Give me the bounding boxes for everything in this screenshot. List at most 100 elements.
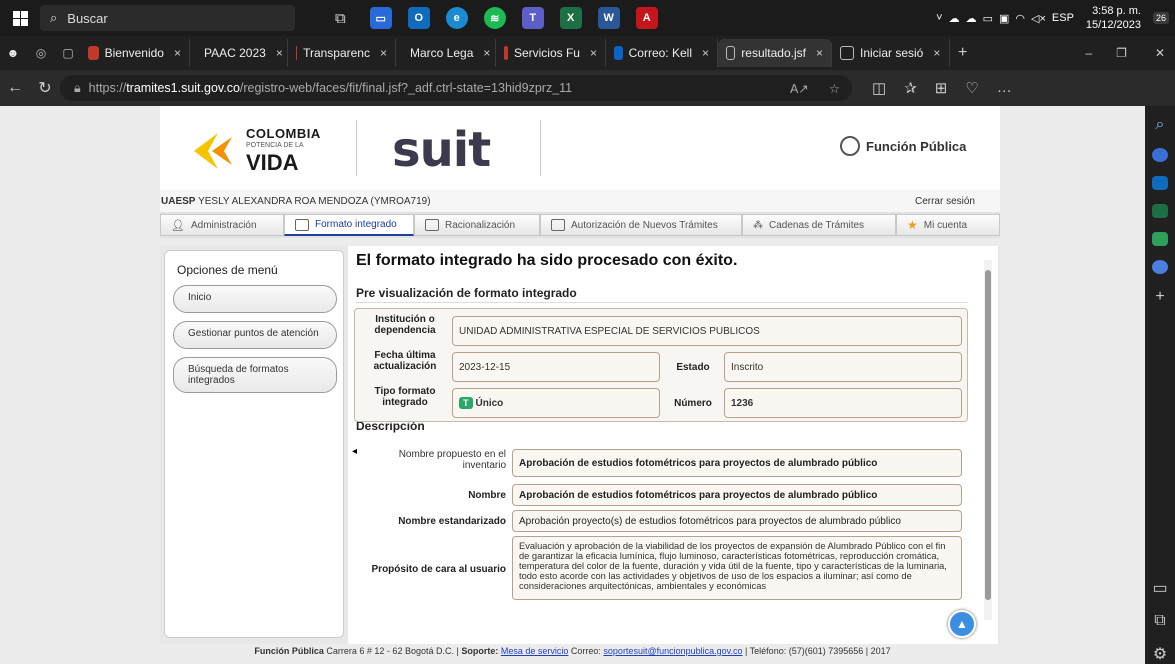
browser-tab[interactable]: Iniciar sesió × — [832, 39, 950, 67]
clock-date: 15/12/2023 — [1085, 19, 1141, 31]
tab-actions-icon[interactable]: ▢ — [56, 46, 80, 60]
games-icon[interactable] — [1152, 260, 1168, 274]
page-icon — [840, 46, 854, 60]
teams-icon[interactable]: T — [521, 7, 544, 29]
extensions-icon[interactable]: ♡ — [965, 79, 978, 97]
more-icon[interactable]: … — [997, 79, 1012, 97]
word-icon[interactable]: W — [597, 7, 620, 29]
tab-label: Mi cuenta — [923, 219, 968, 231]
funcion-publica-text: Función Pública — [866, 138, 967, 154]
language-indicator[interactable]: ESP — [1052, 12, 1074, 24]
volume-icon[interactable]: ◁× — [1031, 12, 1046, 25]
collections-icon[interactable]: ⊞ — [935, 79, 948, 97]
close-icon[interactable]: × — [816, 46, 823, 60]
onedrive-icon[interactable]: ☁ — [949, 12, 960, 25]
task-view-icon[interactable]: ⧉ — [335, 10, 346, 27]
taskbar-search[interactable]: ⌕ Buscar — [40, 5, 295, 31]
refresh-icon[interactable]: ↻ — [30, 78, 60, 98]
scroll-top-button[interactable]: ▲ — [948, 610, 976, 638]
search-icon[interactable]: ⌕ — [1156, 116, 1165, 134]
read-aloud-icon[interactable]: A↗ — [790, 81, 809, 96]
logout-link[interactable]: Cerrar sesión — [915, 196, 975, 207]
menu-inicio[interactable]: Inicio — [173, 285, 337, 313]
tab-administracion[interactable]: 👤︎ Administración — [160, 214, 284, 236]
close-icon[interactable]: × — [702, 46, 709, 60]
browser-tab[interactable]: PAAC 2023 × — [190, 39, 288, 67]
scroll-thumb[interactable] — [985, 270, 991, 600]
close-icon[interactable]: × — [174, 46, 181, 60]
edge-icon[interactable]: e — [445, 7, 468, 29]
external-link-icon[interactable]: ⧉ — [1154, 612, 1165, 630]
collapse-arrow-icon[interactable]: ◂ — [352, 446, 357, 457]
outlook-icon[interactable]: O — [407, 7, 430, 29]
tab-label: Racionalización — [445, 219, 516, 231]
close-icon[interactable]: × — [276, 46, 283, 60]
browser-tab[interactable]: Bienvenido × — [80, 39, 190, 67]
nombre-value: Aprobación de estudios fotométricos para… — [512, 484, 962, 506]
scrollbar[interactable] — [984, 260, 992, 620]
url-field[interactable]: 🔒︎ https://tramites1.suit.gov.co/registr… — [60, 75, 852, 101]
close-icon[interactable]: × — [380, 46, 387, 60]
chain-icon: ⁂ — [753, 219, 763, 231]
battery-icon[interactable]: ▭ — [983, 12, 993, 25]
back-icon[interactable]: ← — [0, 79, 30, 97]
display-icon[interactable]: ▣ — [999, 12, 1009, 25]
excel-icon[interactable]: X — [559, 7, 582, 29]
tab-formato-integrado[interactable]: Formato integrado — [284, 214, 414, 236]
menu-gestionar-puntos[interactable]: Gestionar puntos de atención — [173, 321, 337, 349]
add-icon[interactable]: + — [1155, 288, 1164, 306]
tab-mi-cuenta[interactable]: ★ Mi cuenta — [896, 214, 1000, 236]
tab-label: Iniciar sesió — [860, 46, 924, 60]
colombia-logo[interactable]: COLOMBIA POTENCIA DE LA VIDA — [188, 127, 321, 174]
close-icon[interactable]: × — [590, 46, 597, 60]
mesa-servicio-link[interactable]: Mesa de servicio — [501, 646, 569, 656]
browser-tab[interactable]: Servicios Fu × — [496, 39, 606, 67]
minimize-icon[interactable]: – — [1085, 46, 1092, 60]
restore-icon[interactable]: ❐ — [1116, 46, 1127, 60]
profile-icon[interactable]: ☻ — [0, 46, 26, 60]
workspaces-icon[interactable]: ◎ — [26, 46, 56, 60]
copilot-icon[interactable] — [1152, 148, 1168, 162]
browser-tab[interactable]: Marco Lega × — [396, 39, 496, 67]
fecha-value: 2023-12-15 — [452, 352, 660, 382]
clock[interactable]: 3:58 p. m. 15/12/2023 — [1080, 4, 1147, 32]
numero-value: 1236 — [724, 388, 962, 418]
favorites-icon[interactable]: ✰ — [904, 79, 917, 97]
browser-tab[interactable]: Correo: Kell × — [606, 39, 718, 67]
favorite-star-icon[interactable]: ☆ — [829, 81, 840, 96]
acrobat-icon[interactable]: A — [635, 7, 658, 29]
split-screen-icon[interactable]: ◫ — [872, 79, 886, 97]
browser-tab[interactable]: Transparenc × — [288, 39, 396, 67]
onedrive-icon[interactable]: ☁ — [966, 12, 977, 25]
close-icon[interactable]: × — [933, 46, 940, 60]
notification-badge[interactable]: 26 — [1152, 12, 1169, 24]
wifi-icon[interactable]: ◠ — [1015, 12, 1025, 25]
institucion-value: UNIDAD ADMINISTRATIVA ESPECIAL DE SERVIC… — [452, 316, 962, 346]
sidebar-toggle-icon[interactable]: ▭ — [1152, 578, 1167, 598]
correo-link[interactable]: soportesuit@funcionpublica.gov.co — [603, 646, 742, 656]
tab-label: Administración — [190, 219, 257, 231]
outlook-icon[interactable] — [1152, 176, 1168, 190]
browser-tab-active[interactable]: resultado.jsf × — [718, 39, 832, 67]
numero-label: Número — [674, 398, 712, 409]
tab-racionalizacion[interactable]: Racionalización — [414, 214, 540, 236]
windows-start-icon[interactable] — [0, 10, 40, 26]
chevron-up-icon[interactable]: ˅ — [936, 12, 942, 24]
tab-cadenas[interactable]: ⁂ Cadenas de Trámites — [742, 214, 896, 236]
file-explorer-icon[interactable]: ▭ — [369, 7, 392, 29]
gear-icon[interactable]: ⚙ — [1153, 644, 1167, 664]
close-window-icon[interactable]: ✕ — [1155, 46, 1165, 60]
excel-icon[interactable] — [1152, 204, 1168, 218]
site-header: COLOMBIA POTENCIA DE LA VIDA suit Funció… — [160, 106, 1000, 190]
funcion-publica-logo[interactable]: Función Pública — [840, 136, 966, 156]
spotify-icon[interactable]: ≋ — [483, 7, 506, 29]
suit-logo[interactable]: suit — [392, 122, 491, 178]
close-icon[interactable]: × — [483, 46, 490, 60]
page-icon — [726, 46, 736, 60]
menu-busqueda-formatos[interactable]: Búsqueda de formatos integrados — [173, 357, 337, 393]
tab-label: PAAC 2023 — [204, 46, 266, 60]
tab-autorizacion[interactable]: Autorización de Nuevos Trámites — [540, 214, 742, 236]
new-tab-icon[interactable]: + — [958, 44, 967, 62]
footer-correo-label: Correo: — [570, 646, 601, 656]
tools-icon[interactable] — [1152, 232, 1168, 246]
